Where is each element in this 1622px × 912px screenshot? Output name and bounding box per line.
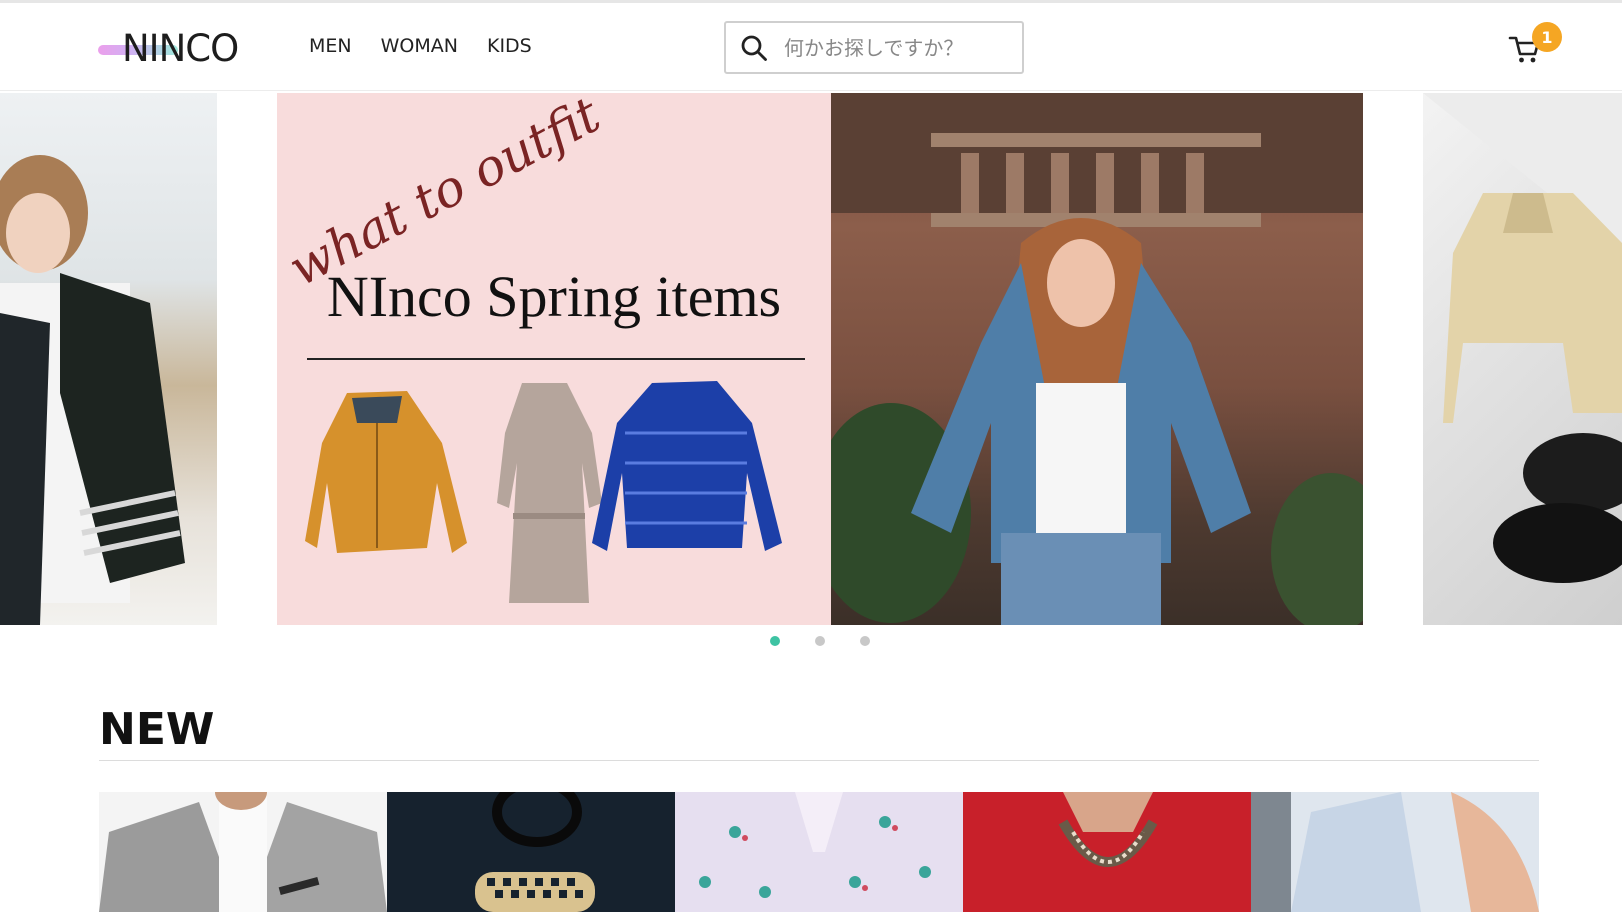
promo-divider bbox=[307, 358, 805, 360]
carousel-dot-3[interactable] bbox=[860, 636, 870, 646]
nav-link-kids[interactable]: KIDS bbox=[487, 35, 532, 57]
carousel-dot-1[interactable] bbox=[770, 636, 780, 646]
product-card-black-tshirt[interactable] bbox=[387, 792, 675, 912]
denim-jacket-model-photo bbox=[831, 93, 1363, 625]
carousel-dot-2[interactable] bbox=[815, 636, 825, 646]
logo[interactable]: NINCO bbox=[98, 25, 250, 71]
spring-items-image bbox=[305, 381, 782, 603]
cart-count-badge: 1 bbox=[1532, 22, 1562, 52]
light-blue-shirt-image bbox=[1251, 792, 1539, 912]
nav-link-woman[interactable]: WOMAN bbox=[381, 35, 458, 57]
nav-link-men[interactable]: MEN bbox=[309, 35, 352, 57]
product-card-light-blue-shirt[interactable] bbox=[1251, 792, 1539, 912]
hero-carousel: what to outfit NInco Spring items bbox=[0, 93, 1622, 625]
carousel-pagination bbox=[0, 636, 1622, 652]
carousel-slide-next[interactable] bbox=[1423, 93, 1622, 625]
grey-blazer-image bbox=[99, 792, 387, 912]
leather-jacket-shoes-image bbox=[1423, 93, 1622, 583]
search-box bbox=[724, 21, 1024, 74]
red-blouse-image bbox=[963, 792, 1251, 912]
product-card-floral-shirt[interactable] bbox=[675, 792, 963, 912]
promo-title: NInco Spring items bbox=[326, 264, 782, 329]
carousel-slide-previous[interactable] bbox=[0, 93, 217, 625]
carousel-slide-current[interactable]: what to outfit NInco Spring items bbox=[277, 93, 1363, 625]
product-card-red-blouse[interactable] bbox=[963, 792, 1251, 912]
search-icon[interactable] bbox=[740, 34, 768, 62]
product-card-grey-blazer[interactable] bbox=[99, 792, 387, 912]
new-products-row bbox=[99, 792, 1539, 912]
woman-in-field-image bbox=[0, 155, 185, 625]
new-section-divider bbox=[99, 760, 1539, 761]
black-tshirt-image bbox=[387, 792, 675, 912]
logo-text: NINCO bbox=[122, 27, 239, 70]
site-header: NINCO MEN WOMAN KIDS 1 bbox=[0, 3, 1622, 91]
main-nav: MEN WOMAN KIDS bbox=[309, 35, 532, 57]
promo-banner: what to outfit NInco Spring items bbox=[277, 93, 831, 625]
search-input[interactable] bbox=[784, 33, 1012, 63]
floral-shirt-image bbox=[675, 792, 963, 912]
new-section-title: NEW bbox=[99, 704, 215, 755]
